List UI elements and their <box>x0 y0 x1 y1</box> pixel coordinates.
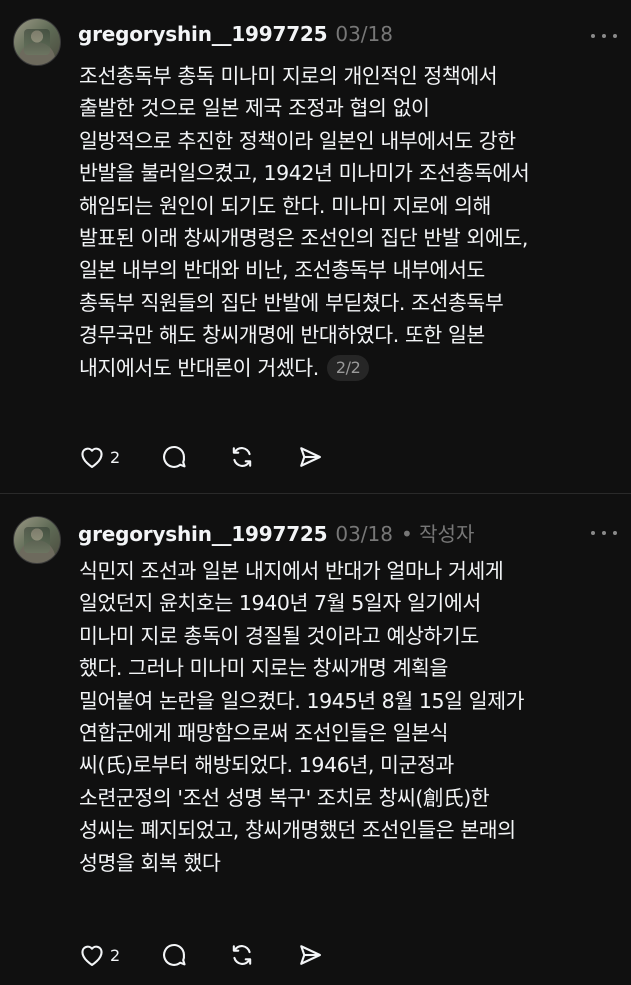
post-text-line: 발표된 이래 창씨개명령은 조선인의 집단 반발 외에도, <box>79 226 528 251</box>
thread-post: gregoryshin__1997725 03/18 • 작성자 식민지 조선과… <box>0 493 631 985</box>
repost-icon <box>228 941 256 969</box>
post-text-line: 했다. 그러나 미나미 지로는 창씨개명 계획을 <box>79 656 448 681</box>
username[interactable]: gregoryshin__1997725 <box>78 522 328 546</box>
post-header: gregoryshin__1997725 03/18 • 작성자 <box>78 518 474 547</box>
action-bar: 2 <box>78 443 364 471</box>
share-button[interactable] <box>296 443 324 471</box>
author-tag: • 작성자 <box>401 522 475 546</box>
post-date: 03/18 <box>335 22 393 46</box>
username[interactable]: gregoryshin__1997725 <box>78 22 328 46</box>
comment-icon <box>160 941 188 969</box>
post-text-last: 내지에서도 반대론이 거셌다. <box>79 355 319 380</box>
comment-icon <box>160 443 188 471</box>
post-text-line: 일본 내부의 반대와 비난, 조선총독부 내부에서도 <box>79 258 485 283</box>
post-header: gregoryshin__1997725 03/18 <box>78 22 393 46</box>
post-text-line: 미나미 지로 총독이 경질될 것이라고 예상하기도 <box>79 623 479 648</box>
post-body: 식민지 조선과 일본 내지에서 반대가 얼마나 거세게 일었던지 윤치호는 19… <box>79 555 625 879</box>
share-icon <box>296 443 324 471</box>
like-button[interactable]: 2 <box>78 941 120 969</box>
comment-button[interactable] <box>160 443 188 471</box>
post-text-line: 성씨는 폐지되었고, 창씨개명했던 조선인들은 본래의 <box>79 818 516 843</box>
post-text-line: 총독부 직원들의 집단 반발에 부딛쳤다. 조선총독부 <box>79 290 504 315</box>
comment-button[interactable] <box>160 941 188 969</box>
share-button[interactable] <box>296 941 324 969</box>
post-text-line: 일방적으로 추진한 정책이라 일본인 내부에서도 강한 <box>79 128 516 153</box>
avatar[interactable] <box>13 18 61 66</box>
more-options-icon[interactable] <box>591 523 617 543</box>
heart-icon <box>78 443 106 471</box>
like-count: 2 <box>110 945 121 965</box>
repost-button[interactable] <box>228 443 256 471</box>
post-date: 03/18 <box>335 522 393 546</box>
post-text-line: 일었던지 윤치호는 1940년 7월 5일자 일기에서 <box>79 591 481 616</box>
like-count: 2 <box>110 447 121 467</box>
post-text-line: 씨(氏)로부터 해방되었다. 1946년, 미군정과 <box>79 753 454 778</box>
avatar[interactable] <box>13 516 61 564</box>
action-bar: 2 <box>78 941 364 969</box>
repost-icon <box>228 443 256 471</box>
post-text-line: 소련군정의 '조선 성명 복구' 조치로 창씨(創氏)한 <box>79 785 490 810</box>
post-text-line: 성명을 회복 했다 <box>79 850 221 875</box>
heart-icon <box>78 941 106 969</box>
page-indicator-badge: 2/2 <box>326 354 370 381</box>
post-text-line: 출발한 것으로 일본 제국 조정과 협의 없이 <box>79 96 430 121</box>
post-text-line: 식민지 조선과 일본 내지에서 반대가 얼마나 거세게 <box>79 559 504 583</box>
share-icon <box>296 941 324 969</box>
like-button[interactable]: 2 <box>78 443 120 471</box>
thread-post: gregoryshin__1997725 03/18 조선총독부 총독 미나미 … <box>0 0 631 493</box>
post-text-line: 반발을 불러일으켰고, 1942년 미나미가 조선총독에서 <box>79 161 530 186</box>
post-text-line: 연합군에게 패망함으로써 조선인들은 일본식 <box>79 721 449 746</box>
more-options-icon[interactable] <box>591 26 617 46</box>
post-body: 조선총독부 총독 미나미 지로의 개인적인 정책에서 출발한 것으로 일본 제국… <box>79 60 625 384</box>
repost-button[interactable] <box>228 941 256 969</box>
post-text-line: 경무국만 해도 창씨개명에 반대하였다. 또한 일본 <box>79 323 485 348</box>
post-text-line: 해임되는 원인이 되기도 한다. 미나미 지로에 의해 <box>79 193 492 218</box>
post-text-line: 밀어붙여 논란을 일으켰다. 1945년 8월 15일 일제가 <box>79 688 525 713</box>
post-text-line: 내지에서도 반대론이 거셌다. 2/2 <box>79 352 625 384</box>
post-text-line: 조선총독부 총독 미나미 지로의 개인적인 정책에서 <box>79 64 498 88</box>
